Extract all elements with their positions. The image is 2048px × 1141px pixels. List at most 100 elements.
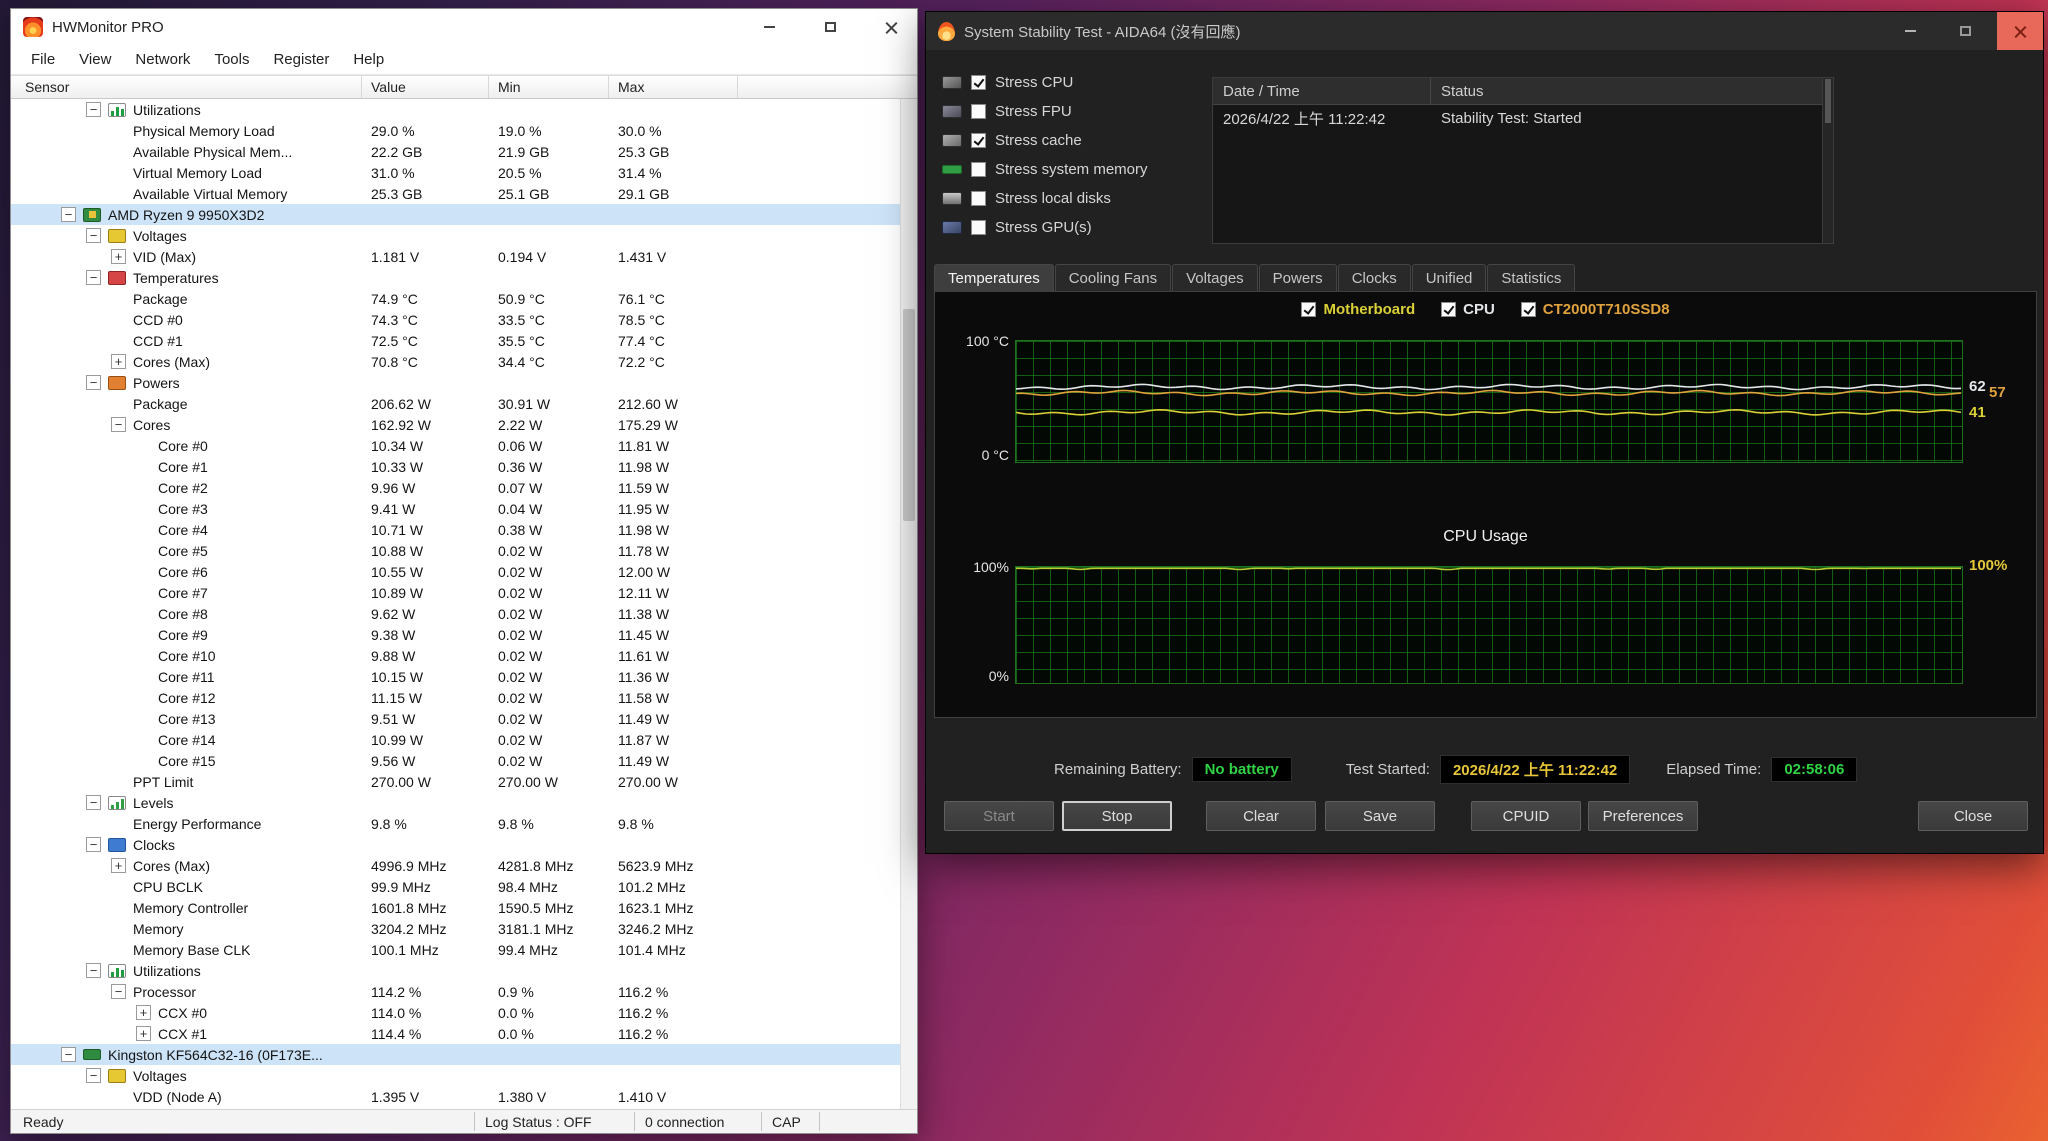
tab-powers[interactable]: Powers	[1259, 264, 1337, 291]
legend-checkbox[interactable]	[1521, 302, 1536, 317]
sensor-row[interactable]: −Utilizations	[11, 960, 917, 981]
tab-unified[interactable]: Unified	[1412, 264, 1487, 291]
sensor-row[interactable]: Memory Base CLK100.1 MHz99.4 MHz101.4 MH…	[11, 939, 917, 960]
stress-checkbox[interactable]	[971, 133, 986, 148]
sensor-row[interactable]: −Kingston KF564C32-16 (0F173E...	[11, 1044, 917, 1065]
menu-help[interactable]: Help	[341, 51, 396, 68]
sensor-row[interactable]: Core #010.34 W0.06 W11.81 W	[11, 435, 917, 456]
hwmonitor-titlebar[interactable]: HWMonitor PRO	[11, 9, 917, 45]
collapse-toggle-icon[interactable]: −	[111, 417, 126, 432]
stop-button[interactable]: Stop	[1062, 801, 1172, 831]
sensor-row[interactable]: Core #159.56 W0.02 W11.49 W	[11, 750, 917, 771]
stress-checkbox[interactable]	[971, 191, 986, 206]
sensor-row[interactable]: CCD #172.5 °C35.5 °C77.4 °C	[11, 330, 917, 351]
column-max[interactable]: Max	[609, 76, 738, 98]
sensor-row[interactable]: Core #99.38 W0.02 W11.45 W	[11, 624, 917, 645]
tab-statistics[interactable]: Statistics	[1487, 264, 1575, 291]
sensor-row[interactable]: Core #410.71 W0.38 W11.98 W	[11, 519, 917, 540]
sensor-row[interactable]: −Temperatures	[11, 267, 917, 288]
sensor-row[interactable]: CPU BCLK99.9 MHz98.4 MHz101.2 MHz	[11, 876, 917, 897]
close-button[interactable]	[865, 9, 917, 45]
stress-option[interactable]: Stress CPU	[942, 68, 1148, 97]
collapse-toggle-icon[interactable]: −	[86, 102, 101, 117]
stress-checkbox[interactable]	[971, 220, 986, 235]
sensor-row[interactable]: Core #1110.15 W0.02 W11.36 W	[11, 666, 917, 687]
legend-checkbox[interactable]	[1441, 302, 1456, 317]
stress-option[interactable]: Stress FPU	[942, 97, 1148, 126]
aida-titlebar[interactable]: System Stability Test - AIDA64 (沒有回應)	[926, 12, 2043, 50]
expand-toggle-icon[interactable]: +	[111, 249, 126, 264]
sensor-row[interactable]: −Utilizations	[11, 99, 917, 120]
cpuid-button[interactable]: CPUID	[1471, 801, 1581, 831]
scrollbar-thumb[interactable]	[903, 309, 915, 521]
menu-view[interactable]: View	[67, 51, 123, 68]
clear-button[interactable]: Clear	[1206, 801, 1316, 831]
stress-option[interactable]: Stress cache	[942, 126, 1148, 155]
sensor-row[interactable]: Core #1410.99 W0.02 W11.87 W	[11, 729, 917, 750]
legend-item[interactable]: CT2000T710SSD8	[1521, 301, 1670, 318]
close-test-button[interactable]: Close	[1918, 801, 2028, 831]
column-min[interactable]: Min	[489, 76, 609, 98]
collapse-toggle-icon[interactable]: −	[86, 228, 101, 243]
sensor-row[interactable]: PPT Limit270.00 W270.00 W270.00 W	[11, 771, 917, 792]
log-scrollbar-thumb[interactable]	[1825, 79, 1831, 123]
expand-toggle-icon[interactable]: +	[111, 354, 126, 369]
legend-item[interactable]: CPU	[1441, 301, 1495, 318]
collapse-toggle-icon[interactable]: −	[86, 837, 101, 852]
sensor-row[interactable]: +Cores (Max)4996.9 MHz4281.8 MHz5623.9 M…	[11, 855, 917, 876]
sensor-row[interactable]: +VID (Max)1.181 V0.194 V1.431 V	[11, 246, 917, 267]
collapse-toggle-icon[interactable]: −	[86, 795, 101, 810]
tab-temperatures[interactable]: Temperatures	[934, 264, 1054, 291]
menu-network[interactable]: Network	[123, 51, 202, 68]
sensor-row[interactable]: Core #39.41 W0.04 W11.95 W	[11, 498, 917, 519]
sensor-row[interactable]: −Processor114.2 %0.9 %116.2 %	[11, 981, 917, 1002]
expand-toggle-icon[interactable]: +	[136, 1026, 151, 1041]
stress-option[interactable]: Stress GPU(s)	[942, 213, 1148, 242]
sensor-row[interactable]: Core #710.89 W0.02 W12.11 W	[11, 582, 917, 603]
legend-item[interactable]: Motherboard	[1301, 301, 1415, 318]
column-value[interactable]: Value	[362, 76, 489, 98]
log-column-datetime[interactable]: Date / Time	[1213, 78, 1431, 104]
sensor-row[interactable]: −Voltages	[11, 225, 917, 246]
sensor-row[interactable]: Memory3204.2 MHz3181.1 MHz3246.2 MHz	[11, 918, 917, 939]
stress-checkbox[interactable]	[971, 104, 986, 119]
minimize-button[interactable]	[743, 9, 795, 45]
menu-register[interactable]: Register	[261, 51, 341, 68]
stress-option[interactable]: Stress local disks	[942, 184, 1148, 213]
sensor-row[interactable]: Available Virtual Memory25.3 GB25.1 GB29…	[11, 183, 917, 204]
collapse-toggle-icon[interactable]: −	[86, 375, 101, 390]
stress-checkbox[interactable]	[971, 162, 986, 177]
collapse-toggle-icon[interactable]: −	[61, 207, 76, 222]
sensor-row[interactable]: Package74.9 °C50.9 °C76.1 °C	[11, 288, 917, 309]
stress-checkbox[interactable]	[971, 75, 986, 90]
sensor-row[interactable]: −Clocks	[11, 834, 917, 855]
collapse-toggle-icon[interactable]: −	[86, 1068, 101, 1083]
vertical-scrollbar[interactable]	[900, 99, 917, 1109]
column-sensor[interactable]: Sensor	[11, 76, 362, 98]
tab-voltages[interactable]: Voltages	[1172, 264, 1258, 291]
sensor-row[interactable]: −Voltages	[11, 1065, 917, 1086]
sensor-row[interactable]: Core #109.88 W0.02 W11.61 W	[11, 645, 917, 666]
legend-checkbox[interactable]	[1301, 302, 1316, 317]
preferences-button[interactable]: Preferences	[1588, 801, 1698, 831]
aida-maximize-button[interactable]	[1942, 12, 1988, 50]
sensor-row[interactable]: +CCX #1114.4 %0.0 %116.2 %	[11, 1023, 917, 1044]
sensor-row[interactable]: Core #610.55 W0.02 W12.00 W	[11, 561, 917, 582]
collapse-toggle-icon[interactable]: −	[86, 270, 101, 285]
menu-file[interactable]: File	[19, 51, 67, 68]
collapse-toggle-icon[interactable]: −	[111, 984, 126, 999]
save-button[interactable]: Save	[1325, 801, 1435, 831]
tab-cooling-fans[interactable]: Cooling Fans	[1055, 264, 1171, 291]
aida-minimize-button[interactable]	[1887, 12, 1933, 50]
sensor-row[interactable]: VDD (Node A)1.395 V1.380 V1.410 V	[11, 1086, 917, 1107]
sensor-row[interactable]: CCD #074.3 °C33.5 °C78.5 °C	[11, 309, 917, 330]
aida-close-button[interactable]	[1997, 12, 2043, 50]
sensor-row[interactable]: −Cores162.92 W2.22 W175.29 W	[11, 414, 917, 435]
sensor-row[interactable]: Core #29.96 W0.07 W11.59 W	[11, 477, 917, 498]
sensor-row[interactable]: Core #139.51 W0.02 W11.49 W	[11, 708, 917, 729]
sensor-row[interactable]: +Cores (Max)70.8 °C34.4 °C72.2 °C	[11, 351, 917, 372]
start-button[interactable]: Start	[944, 801, 1054, 831]
stress-option[interactable]: Stress system memory	[942, 155, 1148, 184]
sensor-row[interactable]: +CCX #0114.0 %0.0 %116.2 %	[11, 1002, 917, 1023]
collapse-toggle-icon[interactable]: −	[86, 963, 101, 978]
